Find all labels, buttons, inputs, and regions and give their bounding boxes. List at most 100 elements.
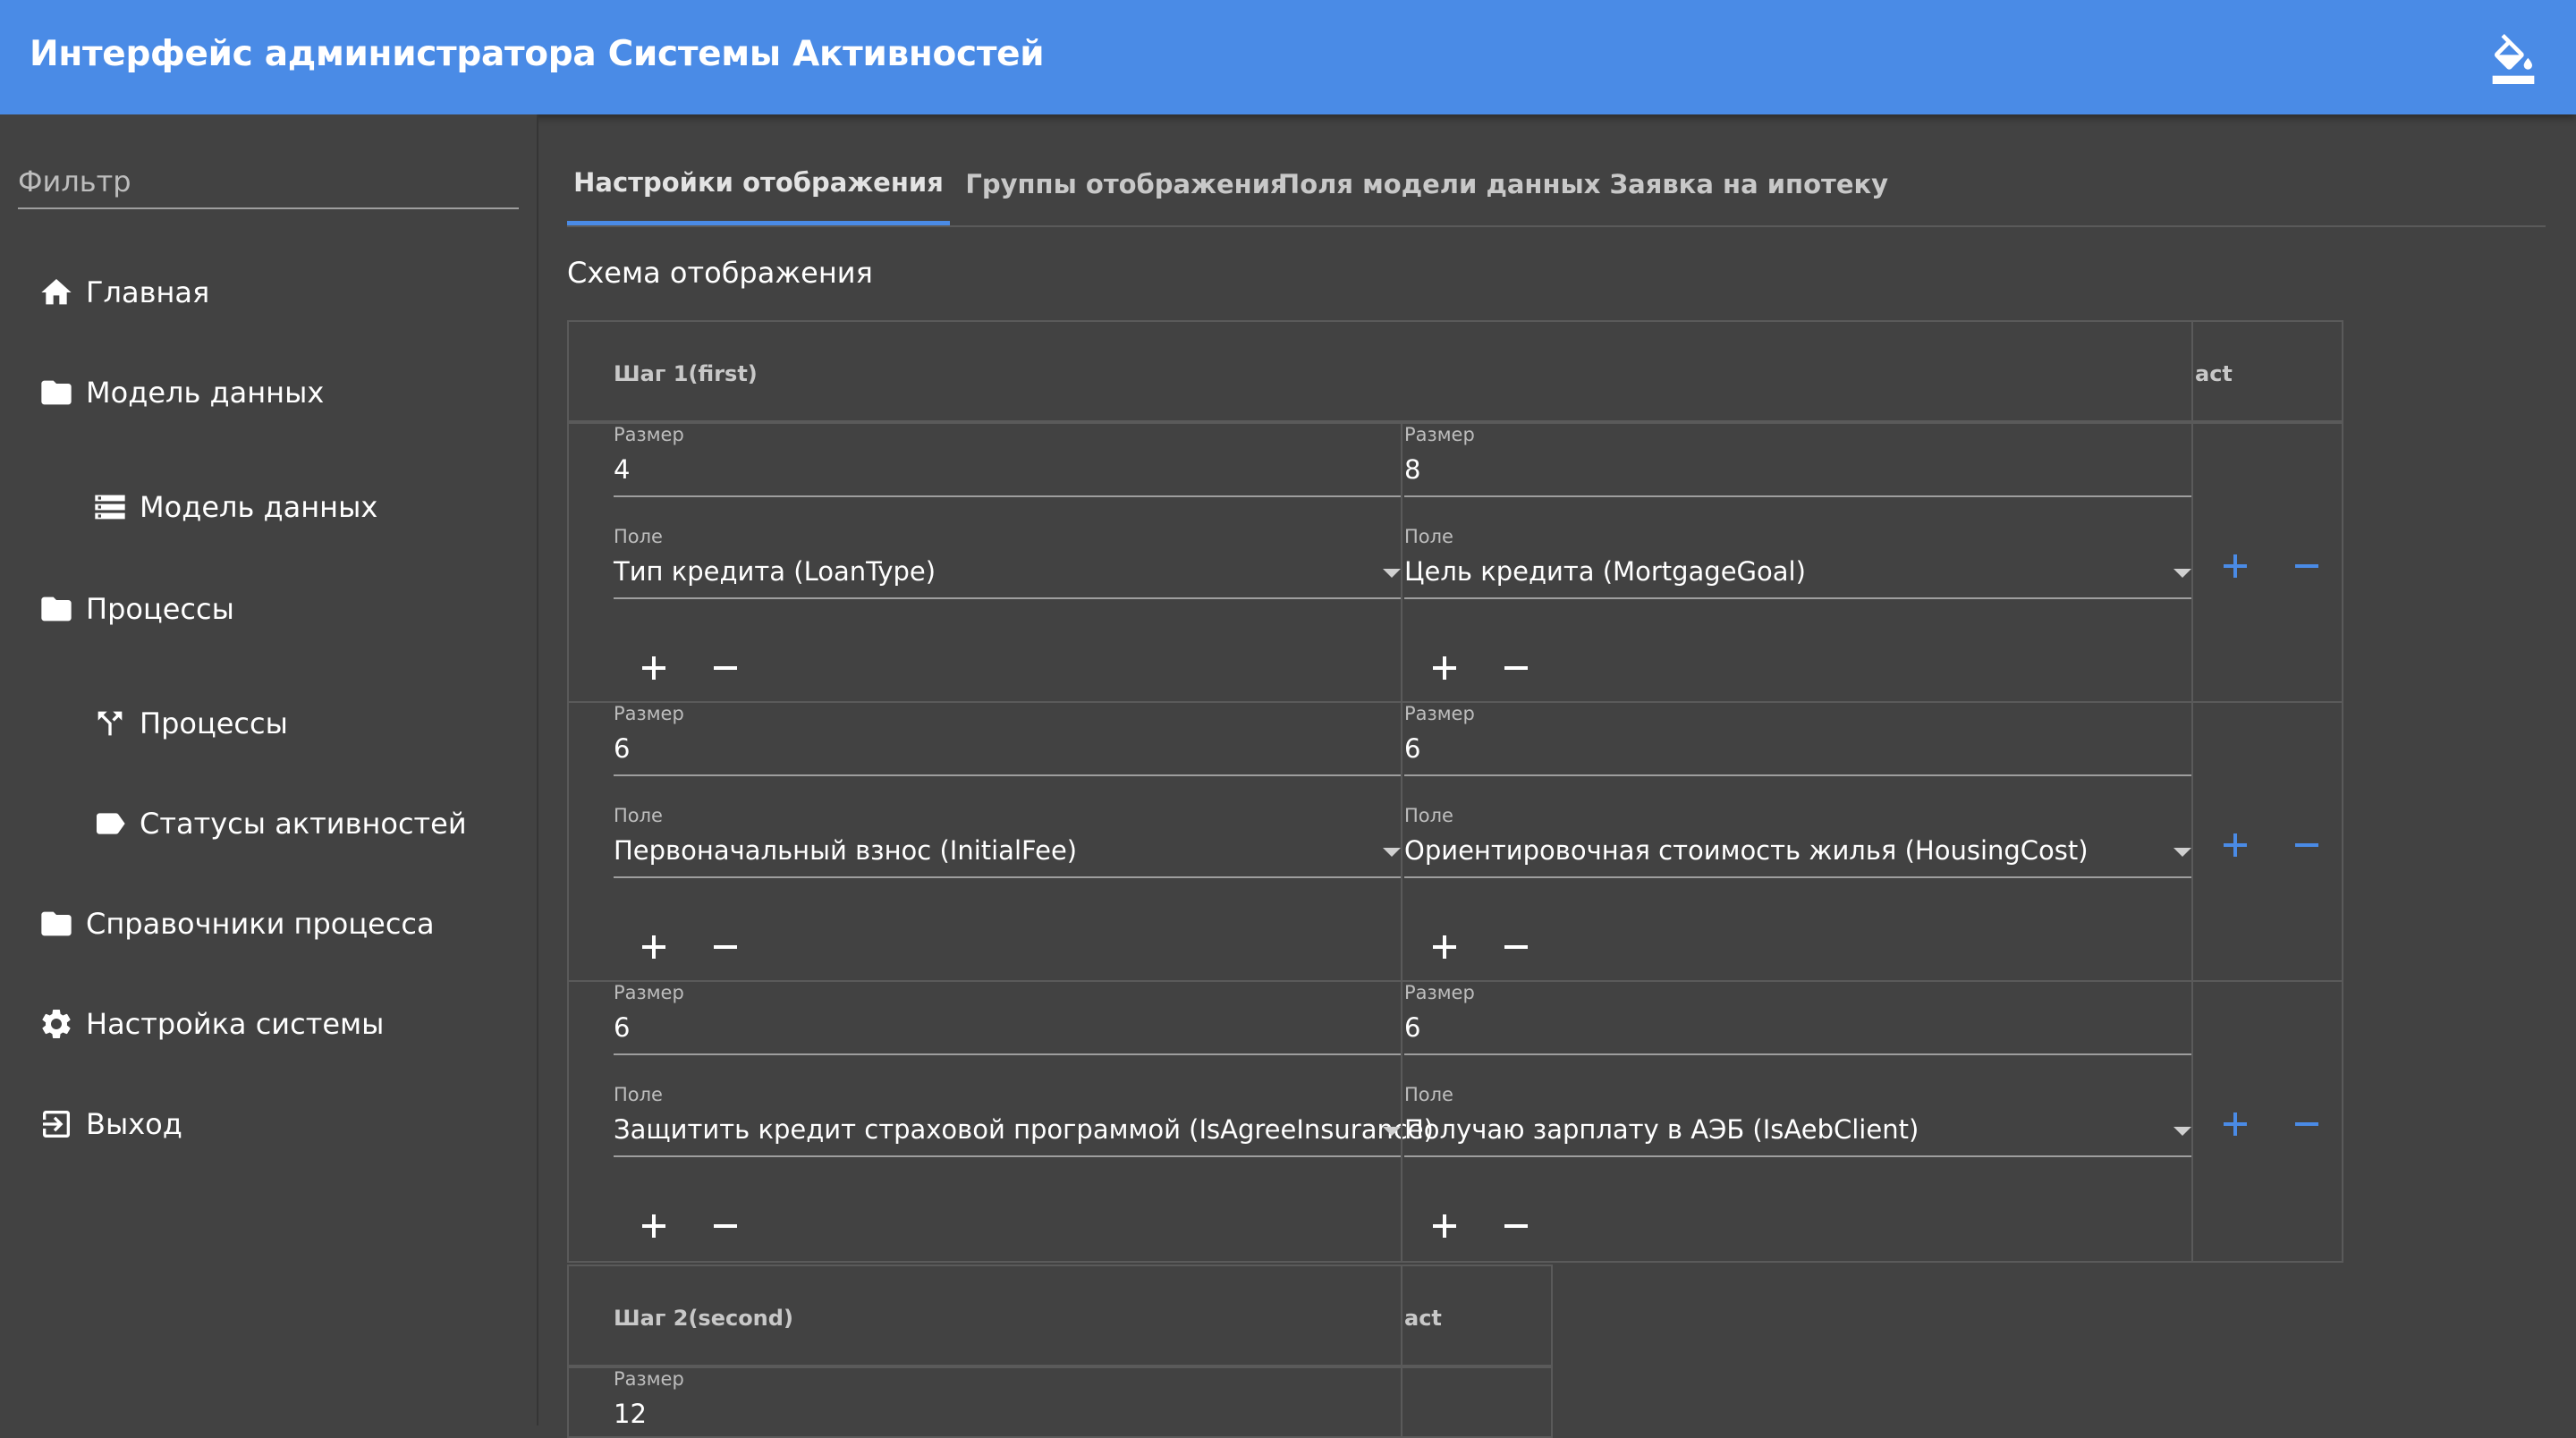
plus-icon — [2224, 1112, 2247, 1136]
sidebar-item-label: Процессы — [140, 706, 288, 740]
grid-cell: Размер 12 — [567, 1366, 1402, 1438]
size-underline — [614, 1053, 1402, 1055]
field-underline — [1404, 1155, 2193, 1157]
size-input[interactable]: 8 — [1404, 454, 1420, 485]
field-select[interactable]: Ориентировочная стоимость жилья (Housing… — [1404, 835, 2089, 866]
add-row-button[interactable] — [2213, 1102, 2258, 1146]
plus-icon — [1433, 1214, 1456, 1238]
size-underline — [614, 774, 1402, 776]
remove-button[interactable] — [1494, 646, 1538, 690]
grid-cell: Размер 6 Поле Первоначальный взнос (Init… — [567, 701, 1402, 982]
plus-icon — [2224, 833, 2247, 857]
size-underline — [614, 495, 1402, 497]
plus-icon — [642, 1214, 665, 1238]
minus-icon — [1504, 945, 1528, 949]
chevron-down-icon[interactable] — [1383, 1127, 1401, 1136]
field-select[interactable]: Тип кредита (LoanType) — [614, 556, 936, 587]
sidebar-item-processes[interactable]: Процессы — [91, 705, 288, 742]
gear-icon — [38, 1005, 75, 1043]
grid-cell: Размер 6 Поле Защитить кредит страховой … — [567, 980, 1434, 1263]
minus-icon — [714, 666, 737, 670]
sidebar-item-process-dictionaries[interactable]: Справочники процесса — [38, 905, 435, 943]
size-label: Размер — [1404, 424, 1475, 445]
sidebar-item-label: Процессы — [86, 592, 234, 626]
plus-icon — [1433, 935, 1456, 959]
chevron-down-icon[interactable] — [1383, 569, 1401, 578]
field-underline — [1404, 876, 2193, 878]
size-underline — [1404, 495, 2193, 497]
size-input[interactable]: 6 — [614, 1012, 630, 1043]
size-label: Размер — [614, 982, 684, 1003]
app-bar: Интерфейс администратора Системы Активно… — [0, 0, 2576, 114]
sidebar-item-label: Справочники процесса — [86, 907, 435, 941]
plus-icon — [2224, 554, 2247, 578]
filter-underline — [18, 207, 519, 209]
add-button[interactable] — [1422, 925, 1467, 969]
add-button[interactable] — [1422, 646, 1467, 690]
step-title: Шаг 2(second) — [614, 1306, 793, 1331]
add-row-button[interactable] — [2213, 823, 2258, 867]
tab-data-model-fields[interactable]: Поля модели данных Заявка на ипотеку — [1278, 143, 1888, 225]
chevron-down-icon[interactable] — [2174, 1127, 2191, 1136]
remove-row-button[interactable] — [2284, 544, 2329, 588]
field-underline — [1404, 597, 2193, 599]
remove-button[interactable] — [703, 646, 748, 690]
field-select[interactable]: Получаю зарплату в АЭБ (IsAebClient) — [1404, 1114, 1919, 1145]
filter-input[interactable]: Фильтр — [18, 165, 131, 199]
size-underline — [1404, 774, 2193, 776]
add-button[interactable] — [1422, 1204, 1467, 1248]
grid-cell: Размер 6 Поле Ориентировочная стоимость … — [1401, 701, 2193, 982]
size-label: Размер — [614, 703, 684, 724]
act-header: act — [2191, 320, 2343, 422]
chevron-down-icon[interactable] — [1383, 848, 1401, 857]
sidebar-item-logout[interactable]: Выход — [38, 1105, 182, 1143]
label-icon — [91, 805, 129, 842]
size-input[interactable]: 6 — [1404, 1012, 1420, 1043]
step-title: Шаг 1(first) — [614, 361, 758, 386]
home-icon — [38, 274, 75, 311]
act-cell — [2191, 701, 2343, 982]
add-button[interactable] — [631, 646, 676, 690]
remove-row-button[interactable] — [2284, 1102, 2329, 1146]
size-input[interactable]: 4 — [614, 454, 630, 485]
size-input[interactable]: 12 — [614, 1399, 647, 1429]
field-label: Поле — [614, 1084, 663, 1105]
chevron-down-icon[interactable] — [2174, 848, 2191, 857]
field-label: Поле — [1404, 526, 1453, 547]
minus-icon — [1504, 666, 1528, 670]
tab-display-groups[interactable]: Группы отображения — [950, 143, 1302, 225]
sidebar-item-data-model[interactable]: Модель данных — [91, 488, 377, 526]
remove-button[interactable] — [703, 1204, 748, 1248]
add-button[interactable] — [631, 925, 676, 969]
sidebar-item-home[interactable]: Главная — [38, 274, 209, 311]
add-button[interactable] — [631, 1204, 676, 1248]
theme-button[interactable] — [2488, 34, 2538, 84]
sidebar-item-label: Модель данных — [140, 490, 378, 524]
add-row-button[interactable] — [2213, 544, 2258, 588]
remove-button[interactable] — [703, 925, 748, 969]
step-header: Шаг 2(second) — [567, 1265, 1402, 1366]
chevron-down-icon[interactable] — [2174, 569, 2191, 578]
sidebar: Фильтр Главная Модель данных Модель данн… — [0, 114, 538, 1425]
sidebar-item-data-model-folder[interactable]: Модель данных — [38, 374, 324, 411]
field-select[interactable]: Цель кредита (MortgageGoal) — [1404, 556, 1806, 587]
size-input[interactable]: 6 — [614, 733, 630, 764]
size-label: Размер — [1404, 982, 1475, 1003]
field-label: Поле — [1404, 805, 1453, 826]
sidebar-item-system-settings[interactable]: Настройка системы — [38, 1005, 384, 1043]
remove-button[interactable] — [1494, 925, 1538, 969]
field-label: Поле — [614, 526, 663, 547]
merge-icon — [91, 705, 129, 742]
act-label: act — [2195, 361, 2233, 386]
field-underline — [614, 876, 1402, 878]
remove-button[interactable] — [1494, 1204, 1538, 1248]
sidebar-item-processes-folder[interactable]: Процессы — [38, 590, 234, 628]
field-select[interactable]: Первоначальный взнос (InitialFee) — [614, 835, 1077, 866]
remove-row-button[interactable] — [2284, 823, 2329, 867]
field-select[interactable]: Защитить кредит страховой программой (Is… — [614, 1114, 1434, 1145]
size-input[interactable]: 6 — [1404, 733, 1420, 764]
tab-display-settings[interactable]: Настройки отображения — [567, 143, 950, 225]
grid-cell: Размер 6 Поле Получаю зарплату в АЭБ (Is… — [1401, 980, 2193, 1263]
sidebar-item-activity-statuses[interactable]: Статусы активностей — [91, 805, 467, 842]
sidebar-item-label: Модель данных — [86, 376, 325, 410]
